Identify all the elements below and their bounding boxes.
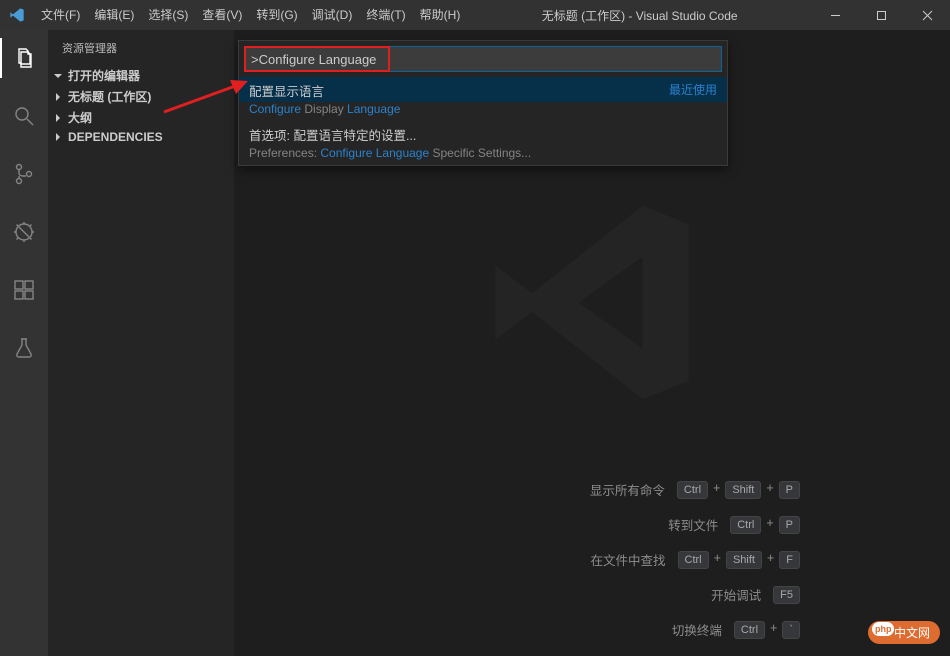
menu-edit[interactable]: 编辑(E) bbox=[87, 0, 141, 30]
palette-item-configure-display-language[interactable]: 配置显示语言 最近使用 bbox=[239, 77, 727, 102]
palette-item-label: 首选项: 配置语言特定的设置... bbox=[249, 125, 416, 144]
extensions-icon[interactable] bbox=[0, 270, 48, 310]
hint-label: 显示所有命令 bbox=[590, 480, 665, 499]
hint-go-to-file: 转到文件 Ctrl+P bbox=[590, 515, 800, 534]
hint-keys: F5 bbox=[773, 586, 800, 604]
sidebar-section-workspace[interactable]: 无标题 (工作区) bbox=[48, 86, 234, 107]
menu-debug[interactable]: 调试(D) bbox=[305, 0, 360, 30]
menu-help[interactable]: 帮助(H) bbox=[413, 0, 468, 30]
sidebar-header: 资源管理器 bbox=[48, 30, 234, 65]
watermark-badge: 中文网 bbox=[868, 621, 940, 644]
sidebar-section-label: DEPENDENCIES bbox=[68, 130, 163, 144]
hint-keys: Ctrl+` bbox=[734, 621, 800, 639]
activity-bar bbox=[0, 30, 48, 656]
hint-toggle-terminal: 切换终端 Ctrl+` bbox=[590, 620, 800, 639]
sidebar-explorer: 资源管理器 打开的编辑器 无标题 (工作区) 大纲 DEPENDENCIES bbox=[48, 30, 234, 656]
title-bar: 文件(F) 编辑(E) 选择(S) 查看(V) 转到(G) 调试(D) 终端(T… bbox=[0, 0, 950, 30]
palette-item-sub: Configure Display Language bbox=[239, 102, 727, 121]
minimize-button[interactable] bbox=[812, 0, 858, 30]
welcome-hints: 显示所有命令 Ctrl+Shift+P 转到文件 Ctrl+P 在文件中查找 C… bbox=[590, 480, 800, 639]
palette-item-sub: Preferences: Configure Language Specific… bbox=[239, 146, 727, 165]
window-controls bbox=[812, 0, 950, 30]
menu-terminal[interactable]: 终端(T) bbox=[359, 0, 412, 30]
chevron-down-icon bbox=[52, 70, 64, 82]
command-palette-input[interactable] bbox=[244, 46, 722, 72]
window-title: 无标题 (工作区) - Visual Studio Code bbox=[467, 7, 812, 24]
search-icon[interactable] bbox=[0, 96, 48, 136]
sidebar-section-outline[interactable]: 大纲 bbox=[48, 107, 234, 128]
main-menu: 文件(F) 编辑(E) 选择(S) 查看(V) 转到(G) 调试(D) 终端(T… bbox=[34, 0, 467, 30]
menu-file[interactable]: 文件(F) bbox=[34, 0, 87, 30]
close-button[interactable] bbox=[904, 0, 950, 30]
sidebar-section-label: 打开的编辑器 bbox=[68, 67, 140, 84]
chevron-right-icon bbox=[52, 91, 64, 103]
hint-keys: Ctrl+Shift+F bbox=[678, 551, 800, 569]
menu-go[interactable]: 转到(G) bbox=[249, 0, 304, 30]
palette-item-preferences-language-settings[interactable]: 首选项: 配置语言特定的设置... bbox=[239, 121, 727, 146]
explorer-icon[interactable] bbox=[0, 38, 48, 78]
sidebar-section-label: 无标题 (工作区) bbox=[68, 88, 151, 105]
source-control-icon[interactable] bbox=[0, 154, 48, 194]
hint-label: 切换终端 bbox=[672, 620, 722, 639]
sidebar-section-open-editors[interactable]: 打开的编辑器 bbox=[48, 65, 234, 86]
sidebar-section-label: 大纲 bbox=[68, 109, 92, 126]
hint-label: 在文件中查找 bbox=[591, 550, 666, 569]
palette-item-label: 配置显示语言 bbox=[249, 81, 324, 100]
command-palette: 配置显示语言 最近使用 Configure Display Language 首… bbox=[238, 40, 728, 166]
vscode-background-logo-icon bbox=[477, 188, 707, 423]
hint-keys: Ctrl+P bbox=[730, 516, 800, 534]
maximize-button[interactable] bbox=[858, 0, 904, 30]
test-icon[interactable] bbox=[0, 328, 48, 368]
hint-label: 转到文件 bbox=[668, 515, 718, 534]
recently-used-badge: 最近使用 bbox=[669, 81, 717, 98]
hint-find-in-files: 在文件中查找 Ctrl+Shift+F bbox=[590, 550, 800, 569]
vscode-logo-icon bbox=[0, 7, 34, 23]
command-palette-list: 配置显示语言 最近使用 Configure Display Language 首… bbox=[239, 77, 727, 165]
hint-keys: Ctrl+Shift+P bbox=[677, 481, 800, 499]
hint-start-debug: 开始调试 F5 bbox=[590, 585, 800, 604]
hint-show-commands: 显示所有命令 Ctrl+Shift+P bbox=[590, 480, 800, 499]
hint-label: 开始调试 bbox=[711, 585, 761, 604]
sidebar-section-dependencies[interactable]: DEPENDENCIES bbox=[48, 128, 234, 146]
menu-view[interactable]: 查看(V) bbox=[195, 0, 249, 30]
debug-icon[interactable] bbox=[0, 212, 48, 252]
chevron-right-icon bbox=[52, 112, 64, 124]
chevron-right-icon bbox=[52, 131, 64, 143]
menu-selection[interactable]: 选择(S) bbox=[141, 0, 195, 30]
